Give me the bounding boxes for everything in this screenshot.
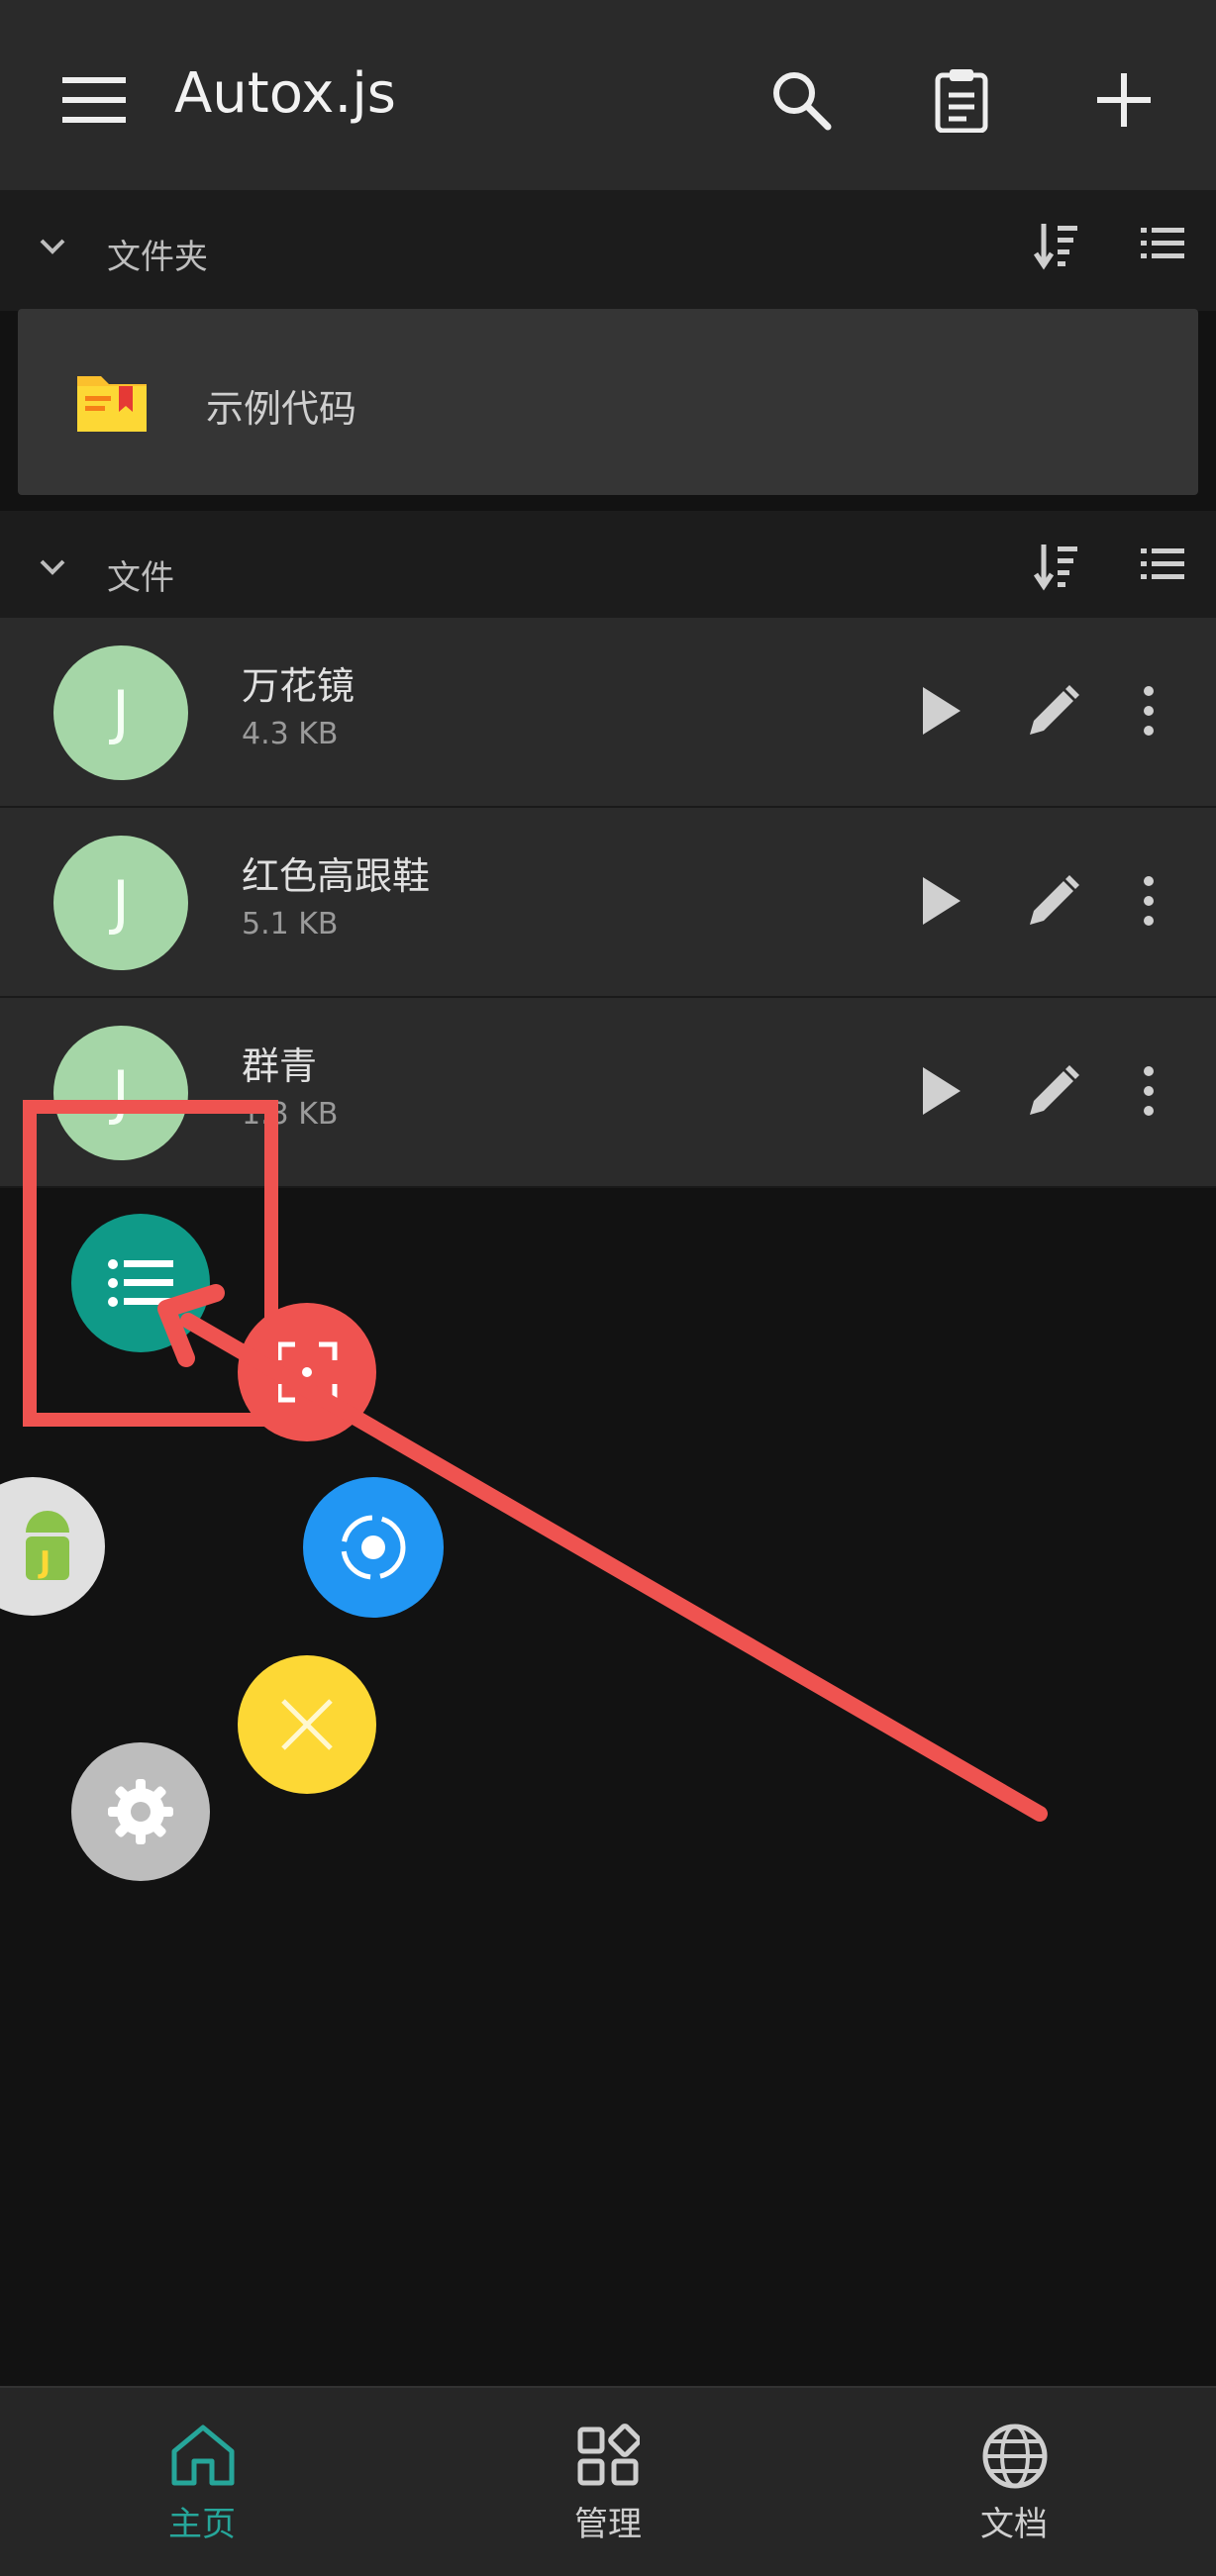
float-menu-scan-button[interactable]: [238, 1303, 376, 1441]
grid-icon: [577, 2424, 640, 2486]
section-label: 文件夹: [107, 238, 208, 277]
file-row[interactable]: J 群青 1.3 KB: [0, 998, 1216, 1188]
app-title: Autox.js: [174, 61, 396, 126]
file-avatar: J: [53, 836, 188, 970]
more-vert-icon[interactable]: [1137, 873, 1161, 929]
file-size: 4.3 KB: [242, 717, 339, 751]
run-icon[interactable]: [917, 1063, 964, 1119]
file-name: 群青: [242, 1044, 318, 1088]
android-js-icon: J: [26, 1511, 69, 1580]
float-menu-logo-button[interactable]: J: [0, 1477, 105, 1616]
edit-icon[interactable]: [1026, 875, 1079, 929]
folder-item[interactable]: 示例代码: [18, 309, 1198, 495]
clipboard-icon: [935, 69, 988, 133]
bottom-navigation: 主页 管理 文档: [0, 2386, 1216, 2576]
nav-label: 主页: [168, 2505, 236, 2544]
more-vert-icon[interactable]: [1137, 1063, 1161, 1119]
chevron-down-icon[interactable]: [36, 230, 69, 263]
scan-icon: [276, 1341, 338, 1403]
app-bar: Autox.js: [0, 0, 1216, 190]
globe-icon: [982, 2424, 1048, 2489]
run-icon[interactable]: [917, 683, 964, 739]
plus-icon: [1097, 73, 1151, 127]
hamburger-icon: [62, 77, 126, 123]
file-avatar: J: [53, 645, 188, 780]
list-view-icon[interactable]: [1141, 226, 1184, 261]
section-label: 文件: [107, 558, 174, 598]
float-menu-list-button[interactable]: [71, 1214, 210, 1352]
folder-name: 示例代码: [206, 387, 357, 431]
search-icon: [773, 72, 832, 131]
nav-item-docs[interactable]: 文档: [915, 2388, 1113, 2576]
file-size: 5.1 KB: [242, 907, 339, 941]
more-vert-icon[interactable]: [1137, 683, 1161, 739]
chevron-down-icon[interactable]: [36, 550, 69, 584]
log-button[interactable]: [917, 55, 1006, 145]
list-icon: [108, 1259, 173, 1307]
file-row[interactable]: J 红色高跟鞋 5.1 KB: [0, 808, 1216, 998]
list-view-icon[interactable]: [1141, 546, 1184, 582]
settings-icon: [108, 1779, 173, 1844]
close-icon: [281, 1699, 333, 1750]
edit-icon[interactable]: [1026, 685, 1079, 739]
folder-section-header: 文件夹: [0, 190, 1216, 311]
search-button[interactable]: [757, 55, 846, 145]
sort-icon[interactable]: [1034, 541, 1079, 592]
file-name: 万花镜: [242, 664, 355, 708]
nav-label: 文档: [980, 2505, 1048, 2544]
file-row[interactable]: J 万花镜 4.3 KB: [0, 618, 1216, 808]
sort-icon[interactable]: [1034, 220, 1079, 271]
folder-icon: [77, 376, 147, 432]
float-menu-settings-button[interactable]: [71, 1742, 210, 1881]
file-avatar: J: [53, 1026, 188, 1160]
nav-item-manage[interactable]: 管理: [509, 2388, 707, 2576]
nav-item-home[interactable]: 主页: [103, 2388, 301, 2576]
add-button[interactable]: [1079, 55, 1168, 145]
float-menu-close-button[interactable]: [238, 1655, 376, 1794]
file-section-header: 文件: [0, 511, 1216, 632]
run-icon[interactable]: [917, 873, 964, 929]
file-size: 1.3 KB: [242, 1097, 339, 1132]
home-icon: [171, 2425, 235, 2486]
menu-button[interactable]: [50, 55, 139, 145]
record-icon: [341, 1515, 406, 1580]
file-name: 红色高跟鞋: [242, 854, 431, 898]
edit-icon[interactable]: [1026, 1065, 1079, 1119]
float-menu-record-button[interactable]: [303, 1477, 444, 1618]
svg-text:J: J: [38, 1545, 51, 1580]
nav-label: 管理: [574, 2505, 642, 2544]
